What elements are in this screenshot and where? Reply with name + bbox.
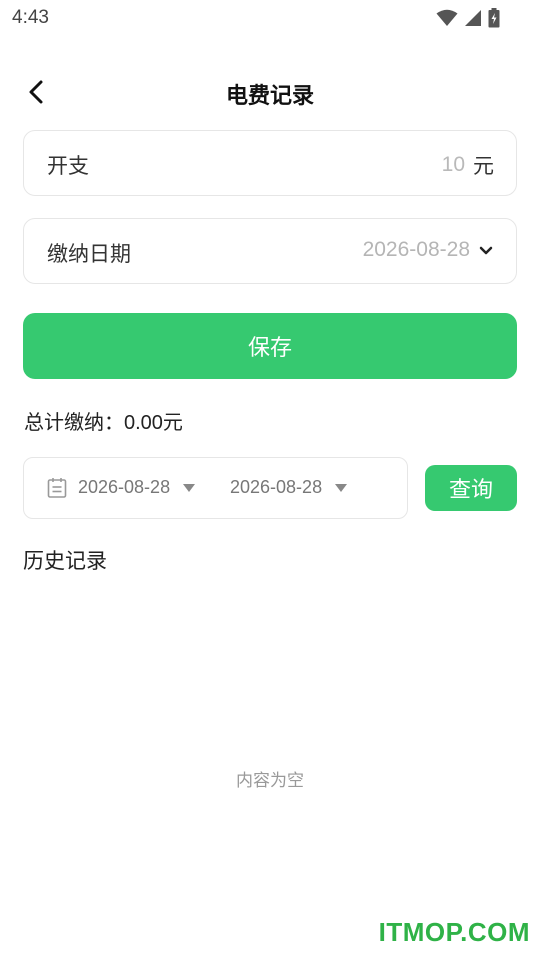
history-title: 历史记录 (23, 549, 107, 573)
start-date-picker[interactable]: 2026-08-28 (78, 477, 196, 498)
end-date-value: 2026-08-28 (230, 477, 323, 497)
watermark-logo: ITMOP.COM (378, 917, 530, 947)
query-button[interactable]: 查询 (425, 465, 517, 511)
page-title: 电费记录 (225, 84, 314, 109)
expense-unit: 元 (473, 154, 494, 178)
expense-label: 开支 (47, 154, 89, 178)
total-paid: 总计缴纳：0.00元 (24, 406, 183, 435)
dropdown-triangle-icon (182, 477, 196, 498)
end-date-picker[interactable]: 2026-08-28 (230, 477, 348, 498)
expense-card[interactable]: 开支 10 元 (23, 130, 517, 196)
header: 电费记录 (0, 70, 540, 116)
empty-state-text: 内容为空 (236, 771, 304, 791)
status-icons (436, 8, 500, 28)
signal-icon (464, 9, 482, 27)
status-time: 4:43 (12, 7, 49, 28)
chevron-down-icon (478, 238, 494, 262)
total-label: 总计缴纳： (24, 410, 124, 434)
payment-date-card[interactable]: 缴纳日期 2026-08-28 (23, 218, 517, 284)
start-date-value: 2026-08-28 (78, 477, 171, 497)
battery-icon (488, 8, 500, 28)
save-button[interactable]: 保存 (23, 313, 517, 379)
date-range-filter: 2026-08-28 2026-08-28 (23, 457, 408, 519)
payment-date-label: 缴纳日期 (47, 242, 131, 266)
status-bar: 4:43 (0, 0, 540, 38)
expense-amount-input[interactable]: 10 (442, 153, 465, 177)
payment-date-value: 2026-08-28 (362, 238, 470, 261)
dropdown-triangle-icon (334, 477, 348, 498)
wifi-icon (436, 9, 458, 27)
total-amount: 0.00元 (124, 412, 183, 434)
calendar-icon (47, 477, 67, 503)
